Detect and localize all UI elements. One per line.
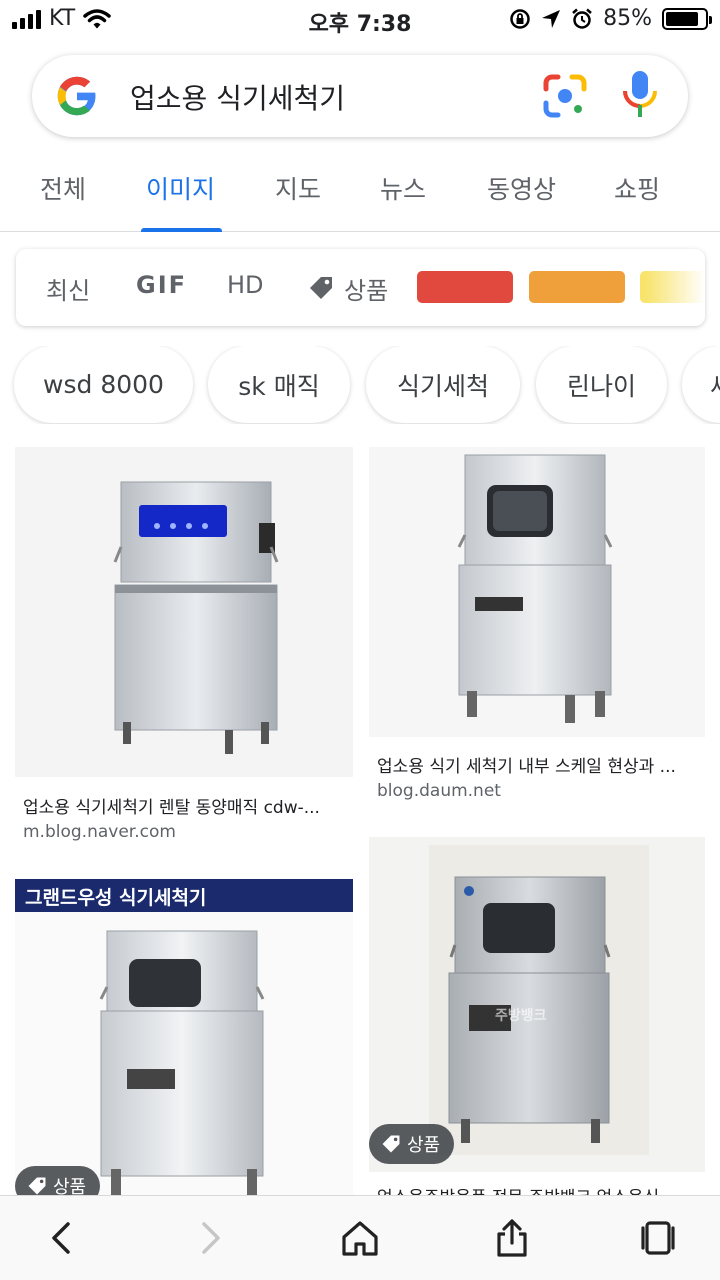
share-icon[interactable]: [492, 1218, 532, 1258]
tab-maps[interactable]: 지도: [275, 170, 321, 206]
rotation-lock-icon: [510, 8, 530, 29]
filter-latest[interactable]: 최신: [46, 271, 90, 306]
dishwasher-image: [99, 930, 265, 1199]
result-title[interactable]: 업소용 식기 세척기 내부 스케일 현상과 ...: [377, 752, 701, 777]
lens-icon[interactable]: [542, 73, 588, 119]
dishwasher-image: [113, 481, 279, 754]
tabs-icon[interactable]: [638, 1218, 678, 1258]
forward-icon[interactable]: [190, 1218, 230, 1258]
tab-images[interactable]: 이미지: [146, 170, 215, 206]
battery-percent: 85%: [603, 6, 652, 31]
scroll-fade: [645, 249, 705, 326]
location-icon: [542, 9, 561, 28]
badge-label: 상품: [407, 1135, 441, 1156]
result-thumbnail[interactable]: 그랜드우성 식기세척기: [15, 879, 353, 1199]
result-source[interactable]: m.blog.naver.com: [23, 822, 176, 842]
result-thumbnail[interactable]: [369, 447, 705, 737]
result-watermark: 주방뱅크: [495, 1008, 547, 1024]
chip-dishwash[interactable]: 식기세척: [366, 346, 520, 423]
product-badge: 상품: [369, 1124, 455, 1164]
tab-videos[interactable]: 동영상: [487, 170, 556, 206]
search-tabs: 전체 이미지 지도 뉴스 동영상 쇼핑: [0, 160, 720, 232]
status-bar: KT 오후 7:38 85%: [0, 0, 720, 40]
tag-icon: [382, 1135, 400, 1153]
result-thumbnail[interactable]: 주방뱅크: [369, 837, 705, 1172]
dishwasher-image: [457, 454, 613, 723]
home-icon[interactable]: [340, 1218, 380, 1258]
result-title[interactable]: 업소용 식기세척기 렌탈 동양매직 cdw-...: [23, 793, 349, 818]
back-icon[interactable]: [42, 1218, 82, 1258]
image-result-1[interactable]: 업소용 식기세척기 렌탈 동양매직 cdw-... m.blog.naver.c…: [15, 447, 353, 847]
battery-icon: [662, 7, 712, 30]
chip-wsd-8000[interactable]: wsd 8000: [14, 346, 193, 423]
result-thumbnail[interactable]: [15, 447, 353, 777]
tag-icon: [310, 277, 332, 299]
related-chips: wsd 8000 sk 매직 식기세척 린나이 세: [0, 346, 720, 424]
google-image-search-page: KT 오후 7:38 85% 업소용 식기세척기 전체 이미지 지도 뉴스 동영…: [0, 0, 720, 1280]
color-swatch-orange[interactable]: [529, 271, 625, 303]
image-result-3[interactable]: 그랜드우성 식기세척기 상품: [15, 879, 353, 1206]
search-query[interactable]: 업소용 식기세척기: [130, 77, 345, 117]
filter-hd[interactable]: HD: [227, 271, 264, 299]
tab-all[interactable]: 전체: [40, 170, 86, 206]
active-tab-indicator: [141, 228, 222, 232]
chip-partial[interactable]: 세: [682, 346, 720, 423]
image-result-4[interactable]: 주방뱅크 상품 업소용주방용품 전문 주방뱅크 업소용식...: [369, 837, 705, 1208]
chip-rinnai[interactable]: 린나이: [536, 346, 667, 423]
mic-icon[interactable]: [620, 69, 660, 121]
search-box[interactable]: 업소용 식기세척기: [32, 55, 688, 137]
alarm-icon: [572, 8, 592, 29]
result-banner-text: 그랜드우성 식기세척기: [15, 879, 353, 912]
color-swatch-red[interactable]: [417, 271, 513, 303]
image-result-2[interactable]: 업소용 식기 세척기 내부 스케일 현상과 ... blog.daum.net: [369, 447, 705, 807]
chip-sk-magic[interactable]: sk 매직: [208, 346, 350, 423]
filter-gif[interactable]: GIF: [136, 271, 187, 299]
filter-products[interactable]: 상품: [344, 271, 388, 306]
result-source[interactable]: blog.daum.net: [377, 781, 501, 801]
tab-shopping[interactable]: 쇼핑: [614, 170, 660, 206]
tag-icon: [28, 1177, 46, 1195]
tab-news[interactable]: 뉴스: [380, 170, 426, 206]
google-logo-icon[interactable]: [54, 73, 100, 119]
image-filter-bar: 최신 GIF HD 상품: [16, 249, 705, 326]
browser-toolbar: [0, 1195, 720, 1280]
status-right: 85%: [509, 6, 712, 31]
battery-fill: [666, 11, 699, 26]
